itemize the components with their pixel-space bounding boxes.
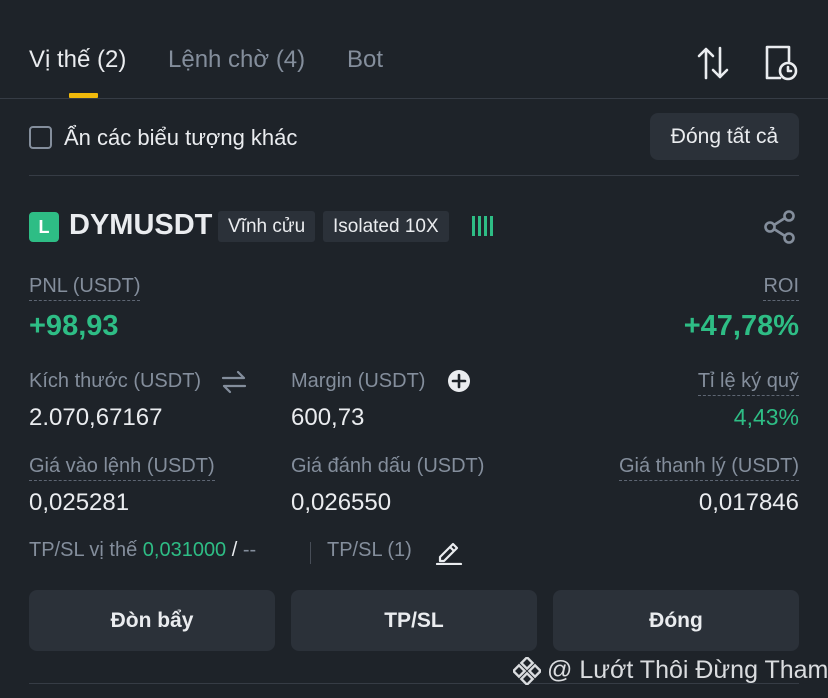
liquidation-price-value: 0,017846 [698, 489, 799, 516]
sort-arrows-icon[interactable] [695, 44, 731, 82]
size-value: 2.070,67167 [29, 404, 163, 431]
document-clock-icon[interactable] [762, 44, 798, 82]
tpsl-button[interactable]: TP/SL [291, 590, 537, 651]
hide-other-symbols-label: Ẩn các biểu tượng khác [64, 125, 298, 150]
margin-label: Margin (USDT) [291, 370, 426, 392]
tpsl-orders-label[interactable]: TP/SL (1) [327, 539, 412, 562]
plus-circle-icon[interactable] [447, 369, 471, 393]
leverage-button[interactable]: Đòn bẩy [29, 590, 275, 651]
pencil-icon[interactable] [435, 537, 463, 566]
roi-label[interactable]: ROI [763, 275, 799, 301]
signal-bars-icon [470, 213, 496, 239]
tab-bot[interactable]: Bot [347, 46, 383, 74]
size-label: Kích thước (USDT) [29, 370, 202, 392]
swap-arrows-icon[interactable] [221, 370, 247, 394]
binance-logo-icon [513, 656, 541, 685]
active-tab-indicator [69, 93, 98, 98]
share-icon[interactable] [762, 209, 798, 245]
tpsl-divider [310, 542, 311, 564]
entry-price-label[interactable]: Giá vào lệnh (USDT) [29, 455, 215, 481]
margin-mode-tag[interactable]: Isolated 10X [323, 211, 449, 242]
tpsl-separator: / [231, 539, 238, 561]
margin-value: 600,73 [291, 404, 365, 431]
position-tpsl: TP/SL vị thế 0,031000 / -- [29, 539, 256, 562]
tab-positions[interactable]: Vị thế (2) [29, 46, 126, 74]
roi-value: +47,78% [683, 310, 799, 342]
divider [29, 175, 799, 176]
watermark-text: @ Lướt Thôi Đừng Tham [547, 656, 828, 684]
margin-ratio-value: 4,43% [733, 404, 799, 430]
close-all-button[interactable]: Đóng tất cả [650, 113, 799, 160]
mark-price-label: Giá đánh dấu (USDT) [291, 455, 485, 477]
long-side-badge: L [29, 212, 59, 242]
position-tp-value: 0,031000 [142, 539, 227, 561]
tab-open-orders[interactable]: Lệnh chờ (4) [168, 46, 305, 74]
pnl-value: +98,93 [29, 310, 119, 342]
position-tpsl-label: TP/SL vị thế [29, 539, 138, 561]
liquidation-price-label[interactable]: Giá thanh lý (USDT) [618, 455, 799, 481]
pnl-label[interactable]: PNL (USDT) [29, 275, 141, 301]
position-tabs-bar: Vị thế (2) Lệnh chờ (4) Bot [0, 0, 828, 99]
mark-price-value: 0,026550 [291, 489, 392, 516]
contract-type-tag: Vĩnh cửu [218, 211, 316, 242]
margin-ratio-label[interactable]: Tỉ lệ ký quỹ [697, 370, 799, 396]
watermark: @ Lướt Thôi Đừng Tham [513, 656, 828, 685]
close-position-button[interactable]: Đóng [553, 590, 799, 651]
entry-price-value: 0,025281 [29, 489, 130, 516]
position-symbol[interactable]: DYMUSDT [69, 209, 212, 242]
position-sl-value: -- [242, 539, 257, 561]
hide-other-symbols-checkbox[interactable] [29, 126, 52, 149]
